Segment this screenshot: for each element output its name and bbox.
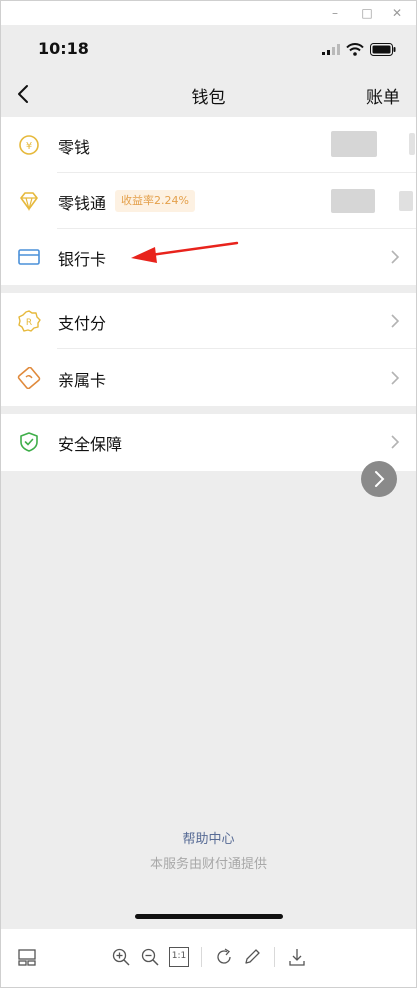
wifi-icon — [346, 43, 364, 56]
close-icon: ✕ — [391, 6, 403, 20]
actual-size-icon[interactable]: 1:1 — [169, 947, 189, 967]
zoom-in-icon[interactable] — [111, 947, 131, 967]
thumbnail-icon[interactable] — [17, 947, 37, 967]
hidden-balance-edge — [399, 191, 413, 211]
bill-button[interactable]: 账单 — [366, 83, 400, 108]
family-card-icon — [17, 367, 41, 389]
yield-rate-badge: 收益率2.24% — [115, 190, 195, 212]
list-item-label: 亲属卡 — [58, 371, 107, 390]
window-close-button[interactable]: ✕ — [389, 5, 405, 21]
battery-icon — [370, 43, 396, 56]
edit-pen-icon[interactable] — [242, 947, 262, 967]
maximize-icon: □ — [361, 6, 373, 20]
svg-text:R: R — [26, 318, 32, 328]
chevron-right-icon — [391, 250, 400, 264]
list-item-label: 安全保障 — [58, 435, 123, 454]
wallet-group-security: 安全保障 — [1, 414, 416, 471]
list-item-label: 银行卡 — [58, 250, 107, 269]
page-title: 钱包 — [191, 88, 226, 108]
list-item-label: 零钱通 — [58, 194, 107, 213]
row-divider — [57, 348, 416, 349]
list-item-security[interactable]: 安全保障 — [1, 414, 416, 470]
rotate-icon[interactable] — [214, 947, 234, 967]
list-item-family-card[interactable]: 亲属卡 — [1, 350, 416, 406]
toolbar-separator — [201, 947, 202, 967]
download-icon[interactable] — [287, 947, 307, 967]
toolbar-separator — [274, 947, 275, 967]
yuan-coin-icon: ¥ — [19, 135, 39, 155]
image-viewer-toolbar: 1:1 — [1, 929, 416, 987]
security-shield-icon — [20, 432, 38, 452]
diamond-icon — [20, 192, 38, 212]
hidden-balance-edge — [409, 133, 415, 155]
list-item-payscore[interactable]: R 支付分 — [1, 293, 416, 349]
app-window: – □ ✕ 10:18 钱包 账单 ¥ 零钱 零钱通 银行卡 收益率2.24% … — [0, 0, 417, 988]
hidden-balance-value — [331, 131, 377, 157]
home-indicator[interactable] — [135, 914, 283, 919]
list-item-lingqiantong[interactable]: 零钱通 — [1, 173, 416, 229]
cellular-signal-icon — [322, 44, 340, 55]
window-title-bar: – □ ✕ — [1, 1, 416, 25]
hidden-balance-value — [331, 189, 375, 213]
minimize-icon: – — [332, 6, 338, 20]
status-time: 10:18 — [38, 39, 89, 58]
wallet-group-services: R 支付分 亲属卡 — [1, 293, 416, 406]
annotation-arrow-icon — [131, 241, 239, 263]
chevron-right-icon — [375, 471, 385, 487]
svg-text:¥: ¥ — [26, 141, 32, 152]
chevron-right-icon — [391, 435, 400, 449]
phone-status-bar: 10:18 — [1, 25, 416, 75]
list-item-label: 支付分 — [58, 314, 107, 333]
help-center-link[interactable]: 帮助中心 — [1, 828, 416, 847]
chevron-right-icon — [391, 314, 400, 328]
floating-next-button[interactable] — [361, 461, 397, 497]
list-item-change[interactable]: ¥ 零钱 — [1, 117, 416, 173]
chevron-right-icon — [391, 371, 400, 385]
window-minimize-button[interactable]: – — [327, 5, 343, 21]
list-item-label: 零钱 — [58, 138, 91, 157]
bank-card-icon — [18, 249, 40, 265]
credit-score-icon: R — [18, 310, 41, 332]
window-maximize-button[interactable]: □ — [359, 5, 375, 21]
navigation-bar: 钱包 账单 — [1, 75, 416, 115]
zoom-out-icon[interactable] — [140, 947, 160, 967]
service-provider-text: 本服务由财付通提供 — [149, 857, 267, 872]
